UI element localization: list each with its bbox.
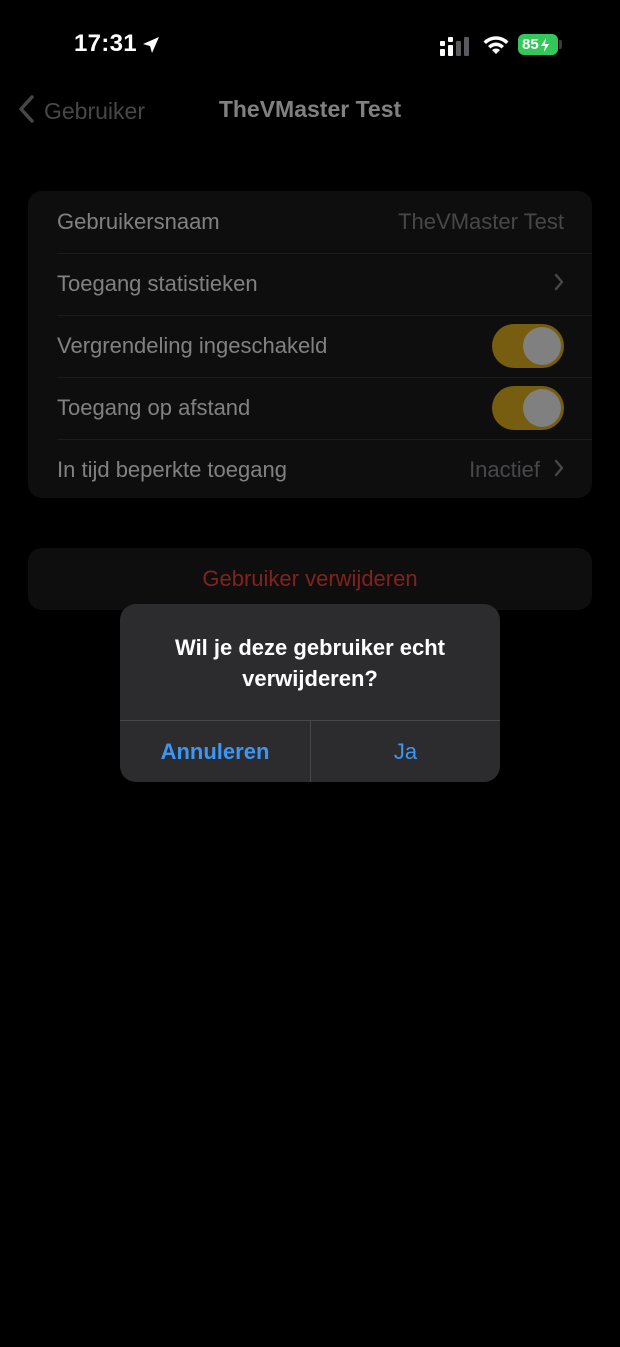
remote-access-row: Toegang op afstand — [28, 377, 592, 439]
lock-enabled-label: Vergrendeling ingeschakeld — [57, 333, 328, 358]
screen: 17:31 85 Gebruiker TheVMaster Test Gebru… — [0, 0, 620, 1347]
cancel-button[interactable]: Annuleren — [120, 721, 310, 782]
delete-user-label: Gebruiker verwijderen — [202, 566, 418, 591]
toggle-knob — [523, 327, 561, 365]
toggle-knob — [523, 389, 561, 427]
confirm-delete-alert: Wil je deze gebruiker echt verwijderen? … — [120, 604, 500, 782]
username-value: TheVMaster Test — [398, 209, 564, 234]
lock-enabled-toggle[interactable] — [492, 324, 564, 368]
stats-access-label: Toegang statistieken — [57, 271, 258, 296]
remote-access-label: Toegang op afstand — [57, 395, 251, 420]
confirm-button[interactable]: Ja — [311, 721, 500, 782]
username-label: Gebruikersnaam — [57, 209, 220, 234]
lock-enabled-row: Vergrendeling ingeschakeld — [28, 315, 592, 377]
username-row[interactable]: Gebruikersnaam TheVMaster Test — [28, 191, 592, 253]
chevron-right-icon — [554, 459, 564, 482]
remote-access-toggle[interactable] — [492, 386, 564, 430]
chevron-right-icon — [554, 273, 564, 296]
alert-title: Wil je deze gebruiker echt verwijderen? — [175, 635, 445, 691]
stats-access-row[interactable]: Toegang statistieken — [28, 253, 592, 315]
timed-access-row[interactable]: In tijd beperkte toegang Inactief — [28, 439, 592, 498]
user-settings-group: Gebruikersnaam TheVMaster Test Toegang s… — [28, 191, 592, 498]
timed-access-value: Inactief — [469, 457, 540, 482]
delete-user-button[interactable]: Gebruiker verwijderen — [28, 548, 592, 610]
page-title: TheVMaster Test — [218, 96, 402, 122]
timed-access-label: In tijd beperkte toegang — [57, 457, 287, 482]
